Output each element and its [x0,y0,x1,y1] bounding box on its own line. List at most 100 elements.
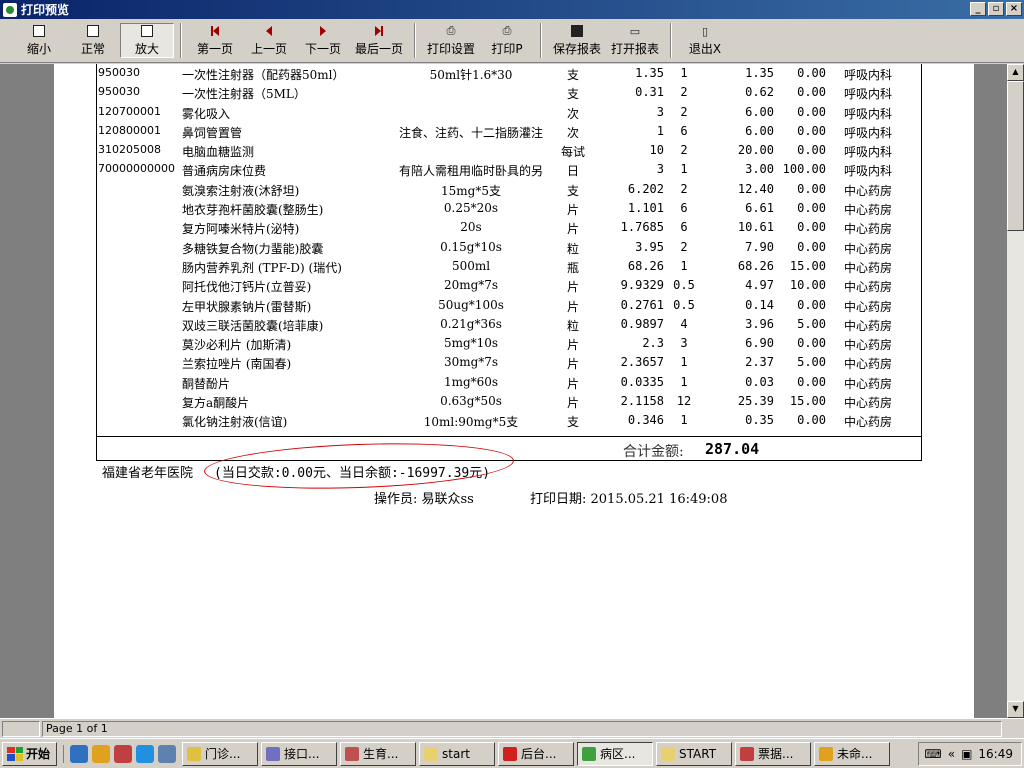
item-price: 9.9329 [620,278,664,293]
task-label: START [679,746,717,761]
item-spec: 50ug*100s [438,297,504,312]
item-qty: 12 [676,394,692,409]
keyboard-icon[interactable]: ⌨ [924,747,941,761]
zoom-in-button[interactable]: 放大 [120,23,174,58]
item-unit: 支 [566,183,579,198]
item-code: 950030 [98,66,140,79]
item-dept: 呼吸内科 [844,87,893,102]
item-unit: 次 [566,106,579,121]
item-code: 70000000000 [98,162,175,176]
quick-launch-icon[interactable] [70,744,89,763]
item-name: 雾化吸入 [182,106,231,121]
close-button[interactable]: × [1006,2,1022,16]
network-icon[interactable]: ▣ [961,747,972,761]
scroll-down-arrow-icon[interactable]: ▼ [1007,701,1024,718]
task-label: 后台... [521,747,557,761]
task-label: 未命... [837,747,873,761]
table-row: 120800001 鼻饲管置管 注食、注药、十二指肠灌注 次 1 6 6.00 0.00 呼吸内… [96,122,922,141]
vertical-scrollbar[interactable]: ▲ ▼ [1007,64,1024,718]
item-self-pay: 5.00 [797,316,826,331]
scroll-thumb[interactable] [1007,81,1024,231]
zoom-in-icon [139,24,155,38]
quick-launch-icon[interactable] [158,744,177,763]
taskbar-task-button[interactable]: 未命... [814,741,891,766]
print-setup-button[interactable]: ⎙ 打印设置 [422,19,480,62]
table-row: 950030 一次性注射器（5ML） 支 0.31 2 0.62 0.00 呼吸内科 [96,83,922,102]
task-app-icon [187,746,202,761]
toolbar-separator [540,23,542,58]
item-unit: 片 [566,299,579,314]
table-row: 氨溴索注射液(沐舒坦) 15mg*5支 支 6.202 2 12.40 0.00 中心药房 [96,180,922,199]
restore-button[interactable]: ▫ [988,2,1004,16]
next-page-button[interactable]: 下一页 [296,19,350,62]
normal-zoom-button[interactable]: 正常 [66,19,120,62]
start-button[interactable]: 开始 [2,741,58,766]
item-dept: 中心药房 [844,338,893,353]
item-name: 莫沙必利片 (加斯清) [182,338,292,353]
item-spec: 1mg*60s [443,374,499,389]
item-qty: 1 [680,413,688,428]
zoom-in-label: 放大 [134,42,159,56]
taskbar-task-button[interactable]: 票据... [735,741,812,766]
task-app-icon [345,746,360,761]
prev-page-button[interactable]: 上一页 [242,19,296,62]
item-price: 68.26 [627,258,664,273]
quick-launch-icon[interactable] [92,744,111,763]
taskbar-task-button[interactable]: 接口... [261,741,338,766]
print-button[interactable]: ⎙ 打印P [480,19,534,62]
tray-expand-icon[interactable]: « [948,747,955,761]
item-price: 0.31 [635,85,664,100]
open-report-button[interactable]: ▭ 打开报表 [606,19,664,62]
total-label: 合计金额: [623,444,684,460]
item-price: 2.3657 [620,355,664,370]
table-row: 地衣芽孢杆菌胶囊(整肠生) 0.25*20s 片 1.101 6 6.61 0.00 中心药房 [96,199,922,218]
taskbar-task-button[interactable]: 病区... [577,741,654,766]
item-spec: 0.25*20s [443,201,499,216]
taskbar-task-button[interactable]: 后台... [498,741,575,766]
printer-setup-icon: ⎙ [446,24,456,37]
exit-button[interactable]: ▯ 退出X [678,19,732,62]
item-price: 3 [656,104,664,119]
task-app-icon [819,746,834,761]
minimize-button[interactable]: _ [970,2,986,16]
taskbar-task-button[interactable]: START [656,741,733,766]
item-dept: 中心药房 [844,357,893,372]
item-amount: 68.26 [737,258,774,273]
item-qty: 0.5 [673,278,695,293]
item-dept: 中心药房 [844,299,893,314]
item-spec: 20s [460,220,482,235]
taskbar-task-button[interactable]: start [419,741,496,766]
item-price: 3 [656,162,664,177]
item-amount: 6.61 [745,201,774,216]
item-name: 左甲状腺素钠片(雷替斯) [182,299,312,314]
task-label: start [442,746,470,761]
item-qty: 1 [680,162,688,177]
item-amount: 20.00 [737,143,774,158]
item-dept: 中心药房 [844,376,893,391]
ie-browser-icon[interactable] [136,744,155,763]
save-report-button[interactable]: 保存报表 [548,19,606,62]
last-page-label: 最后一页 [354,42,403,56]
zoom-out-button[interactable]: 缩小 [12,19,66,62]
app-icon [3,2,17,17]
taskbar-task-button[interactable]: 生育... [340,741,417,766]
task-list: 门诊... 接口... 生育... start 后台... 病区... START 票据...… [182,741,893,766]
table-row: 多糖铁复合物(力蜚能)胶囊 0.15g*10s 粒 3.95 2 7.90 0.00 中心药房 [96,238,922,257]
item-unit: 粒 [566,318,579,333]
item-self-pay: 15.00 [789,258,826,273]
last-page-button[interactable]: 最后一页 [350,19,408,62]
item-unit: 次 [566,125,579,140]
first-page-button[interactable]: 第一页 [188,19,242,62]
item-qty: 6 [680,123,688,138]
quick-launch-icon[interactable] [114,744,133,763]
item-self-pay: 0.00 [797,66,826,80]
item-qty: 2 [680,143,688,158]
table-row: 120700001 雾化吸入 次 3 2 6.00 0.00 呼吸内科 [96,103,922,122]
item-code: 120700001 [98,104,161,118]
taskbar: 开始 门诊... 接口... 生育... start 后台... 病区... START 票据… [0,738,1024,768]
item-unit: 日 [566,164,579,179]
taskbar-task-button[interactable]: 门诊... [182,741,259,766]
hospital-name: 福建省老年医院 [102,466,194,481]
scroll-up-arrow-icon[interactable]: ▲ [1007,64,1024,81]
toolbar: 缩小 正常 放大 第一页 上一页 下一页 最后一页 ⎙ 打印设置 ⎙ 打印P 保… [0,19,1024,63]
